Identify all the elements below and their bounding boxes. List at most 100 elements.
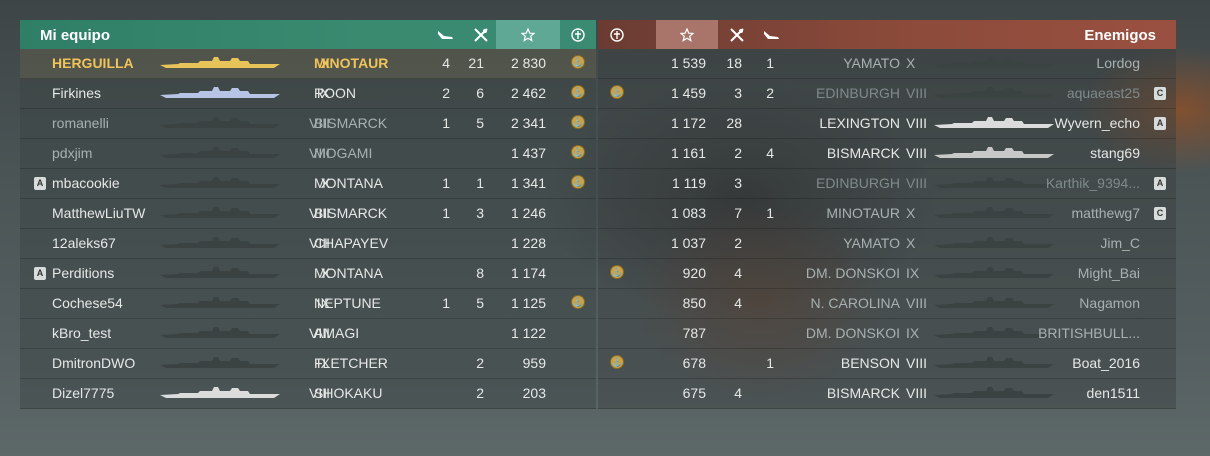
enemy-planes-column-header[interactable] bbox=[756, 20, 786, 49]
ship-silhouette bbox=[160, 266, 280, 283]
xp-column-header[interactable] bbox=[496, 20, 560, 49]
player-name[interactable]: kBro_test bbox=[52, 325, 111, 341]
table-row[interactable]: Dizel7775 VIII SHOKAKU 2 203 bbox=[20, 379, 596, 409]
medal-icon: ⚓ bbox=[571, 85, 585, 99]
enemy-xp-column-header[interactable] bbox=[656, 20, 718, 49]
player-name[interactable]: romanelli bbox=[52, 115, 109, 131]
player-name[interactable]: Cochese54 bbox=[52, 295, 123, 311]
medal-icon: ⚓ bbox=[610, 355, 624, 369]
player-name[interactable]: Perditions bbox=[52, 265, 114, 281]
kills-column-header[interactable] bbox=[466, 20, 496, 49]
ship-silhouette bbox=[934, 86, 1054, 103]
enemy-kills-column-header[interactable] bbox=[722, 20, 752, 49]
table-row[interactable]: 787 DM. DONSKOI IX BRITISHBULL... bbox=[598, 319, 1176, 349]
ship-name: MINOTAUR bbox=[826, 205, 900, 221]
player-name[interactable]: Jim_C bbox=[1100, 235, 1140, 251]
table-row[interactable]: 675 4 BISMARCK VIII den1511 bbox=[598, 379, 1176, 409]
table-row[interactable]: MatthewLiuTW VIII BISMARCK 1 3 1 246 bbox=[20, 199, 596, 229]
ship-name: SHOKAKU bbox=[314, 385, 383, 401]
ship-tier: X bbox=[906, 55, 916, 71]
player-name[interactable]: Karthik_9394... bbox=[1046, 175, 1140, 191]
medal-icon: ⚓ bbox=[571, 55, 585, 69]
player-name[interactable]: Dizel7775 bbox=[52, 385, 114, 401]
ship-name: EDINBURGH bbox=[815, 175, 900, 191]
table-row[interactable]: ⚓ 920 4 DM. DONSKOI IX Might_Bai bbox=[598, 259, 1176, 289]
player-name[interactable]: Nagamon bbox=[1079, 295, 1140, 311]
table-row[interactable]: 1 119 3 EDINBURGH VIII Karthik_9394... A bbox=[598, 169, 1176, 199]
player-name[interactable]: Wyvern_echo bbox=[1055, 115, 1140, 131]
xp-value: 1 083 bbox=[670, 205, 706, 221]
table-row[interactable]: pdxjim VIII MOGAMI 1 437 ⚓ bbox=[20, 139, 596, 169]
table-row[interactable]: 1 161 2 4 BISMARCK VIII stang69 bbox=[598, 139, 1176, 169]
player-name[interactable]: stang69 bbox=[1090, 145, 1140, 161]
medal-column-header[interactable] bbox=[564, 20, 592, 49]
player-name[interactable]: BRITISHBULL... bbox=[1038, 325, 1140, 341]
ship-name: BISMARCK bbox=[826, 385, 900, 401]
xp-value: 1 125 bbox=[510, 295, 546, 311]
ship-silhouette bbox=[160, 56, 280, 73]
ship-silhouette bbox=[934, 326, 1054, 343]
kills-value: 7 bbox=[734, 205, 742, 221]
player-name[interactable]: Firkines bbox=[52, 85, 101, 101]
player-name[interactable]: den1511 bbox=[1087, 385, 1140, 401]
xp-value: 959 bbox=[522, 355, 546, 371]
xp-value: 2 341 bbox=[510, 115, 546, 131]
planes-value: 2 bbox=[442, 85, 450, 101]
ship-tier: VIII bbox=[906, 115, 928, 131]
rank-badge: A bbox=[1154, 177, 1166, 190]
planes-value: 1 bbox=[442, 295, 450, 311]
ship-name: YAMATO bbox=[843, 235, 900, 251]
plane-icon bbox=[764, 30, 779, 39]
xp-value: 2 830 bbox=[510, 55, 546, 71]
player-name[interactable]: aquaeast25 bbox=[1067, 85, 1140, 101]
kills-value: 4 bbox=[734, 385, 742, 401]
enemy-team-header: Enemigos bbox=[598, 20, 1176, 49]
table-row[interactable]: Firkines IX ROON 2 6 2 462 ⚓ bbox=[20, 79, 596, 109]
table-row[interactable]: ⚓ 678 1 BENSON VIII Boat_2016 bbox=[598, 349, 1176, 379]
player-name[interactable]: MatthewLiuTW bbox=[52, 205, 145, 221]
ship-silhouette bbox=[160, 116, 280, 133]
battle-results-panel: Mi equipo HERGUILLA X MINOTAUR 4 21 2 830 ⚓ Fir… bbox=[20, 20, 1176, 409]
table-row[interactable]: Cochese54 IX NEPTUNE 1 5 1 125 ⚓ bbox=[20, 289, 596, 319]
medal-icon bbox=[571, 27, 585, 42]
table-row[interactable]: romanelli VIII BISMARCK 1 5 2 341 ⚓ bbox=[20, 109, 596, 139]
player-name[interactable]: HERGUILLA bbox=[52, 55, 134, 71]
table-row[interactable]: 1 083 7 1 MINOTAUR Xmatthewg7 C bbox=[598, 199, 1176, 229]
player-name[interactable]: pdxjim bbox=[52, 145, 92, 161]
planes-value: 4 bbox=[766, 145, 774, 161]
ship-name: YAMATO bbox=[843, 55, 900, 71]
ship-name: MONTANA bbox=[314, 265, 383, 281]
table-row[interactable]: 1 539 18 1 YAMATO X Lordog bbox=[598, 49, 1176, 79]
ship-tier: X bbox=[906, 235, 916, 251]
table-row[interactable]: DmitronDWO IX FLETCHER 2 959 bbox=[20, 349, 596, 379]
player-name[interactable]: mbacookie bbox=[52, 175, 120, 191]
planes-value: 2 bbox=[766, 85, 774, 101]
table-row[interactable]: 1 037 2 YAMATO X Jim_C bbox=[598, 229, 1176, 259]
player-name[interactable]: matthewg7 bbox=[1072, 205, 1140, 221]
table-row[interactable]: A Perditions X MONTANA 8 1 174 bbox=[20, 259, 596, 289]
table-row[interactable]: 1 172 28 LEXINGTON VIII Wyvern_echo A bbox=[598, 109, 1176, 139]
kills-value: 21 bbox=[468, 55, 484, 71]
ship-name: N. CAROLINA bbox=[810, 295, 900, 311]
my-team-table: Mi equipo HERGUILLA X MINOTAUR 4 21 2 830 ⚓ Fir… bbox=[20, 20, 596, 409]
kills-icon bbox=[474, 27, 488, 42]
ship-name: MOGAMI bbox=[314, 145, 373, 161]
ship-silhouette bbox=[934, 206, 1054, 223]
table-row[interactable]: Ambacookie X MONTANA 1 1 1 341 ⚓ bbox=[20, 169, 596, 199]
kills-icon bbox=[730, 27, 744, 42]
table-row[interactable]: ⚓ 1 459 3 2 EDINBURGH VIII aquaeast25 C bbox=[598, 79, 1176, 109]
planes-column-header[interactable] bbox=[430, 20, 460, 49]
ship-silhouette bbox=[160, 206, 280, 223]
player-name[interactable]: Might_Bai bbox=[1078, 265, 1140, 281]
table-row[interactable]: 12aleks67 VIII CHAPAYEV 1 228 bbox=[20, 229, 596, 259]
enemy-team-rows: 1 539 18 1 YAMATO X Lordog ⚓ 1 459 3 2 EDINBURGH VI… bbox=[598, 49, 1176, 409]
player-name[interactable]: 12aleks67 bbox=[52, 235, 116, 251]
player-name[interactable]: Lordog bbox=[1096, 55, 1140, 71]
table-row[interactable]: kBro_test VIII AMAGI 1 122 bbox=[20, 319, 596, 349]
table-row[interactable]: 850 4 N. CAROLINA VIII Nagamon bbox=[598, 289, 1176, 319]
player-name[interactable]: DmitronDWO bbox=[52, 355, 135, 371]
player-name[interactable]: Boat_2016 bbox=[1072, 355, 1140, 371]
ship-name: NEPTUNE bbox=[314, 295, 381, 311]
table-row[interactable]: HERGUILLA X MINOTAUR 4 21 2 830 ⚓ bbox=[20, 49, 596, 79]
enemy-medal-column-header[interactable] bbox=[602, 20, 632, 49]
